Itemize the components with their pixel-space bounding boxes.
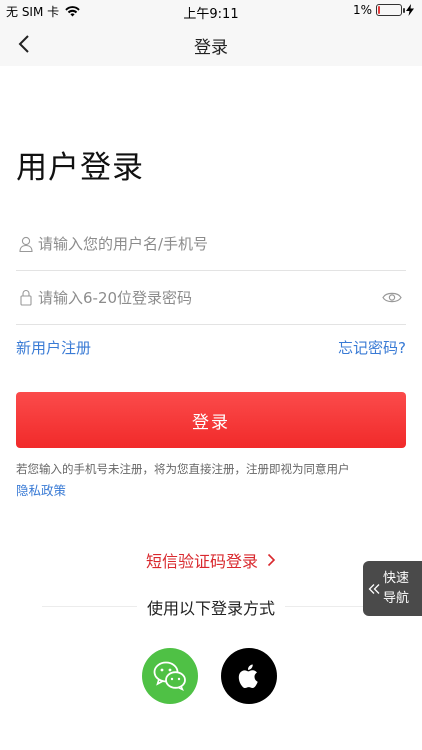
other-login-title: 使用以下登录方式 [0,595,422,619]
nav-title: 登录 [194,38,228,58]
person-icon [18,234,34,254]
navigation-bar: 登录 [0,22,422,66]
double-chevron-left-icon [368,583,380,594]
username-field [16,217,406,271]
register-link[interactable]: 新用户注册 [16,337,91,358]
other-login-title-text: 使用以下登录方式 [136,599,285,618]
quick-nav-line2: 导航 [382,590,409,606]
login-button[interactable]: 登录 [16,392,406,448]
account-links: 新用户注册 忘记密码? [16,337,406,358]
page-title: 用户登录 [16,150,144,186]
chevron-right-icon [267,553,276,567]
status-bar: 无 SIM 卡 上午9:11 1% [0,0,422,22]
apple-login-button[interactable] [221,648,277,704]
username-input[interactable] [38,228,406,259]
battery-level [378,6,380,14]
wechat-icon [153,661,186,691]
sms-login-link[interactable]: 短信验证码登录 [0,548,422,572]
password-input[interactable] [38,282,380,313]
sms-login-label: 短信验证码登录 [145,552,258,571]
charging-bolt-icon [406,4,414,16]
quick-nav-button[interactable]: 快速 导航 [363,561,422,616]
battery-percent: 1% [352,3,372,17]
password-field [16,271,406,325]
battery-status: 1% [353,3,414,17]
wechat-login-button[interactable] [142,648,198,704]
apple-icon [238,664,258,689]
eye-icon[interactable] [380,289,404,307]
quick-nav-label: 快速 导航 [382,569,410,609]
lock-icon [18,288,34,308]
quick-nav-line1: 快速 [382,570,409,586]
forgot-password-link[interactable]: 忘记密码? [338,337,406,358]
battery-icon [376,4,405,16]
privacy-policy-link[interactable]: 隐私政策 [16,480,66,499]
registration-notice: 若您输入的手机号未注册，将为您直接注册，注册即视为同意用户 [16,462,350,476]
